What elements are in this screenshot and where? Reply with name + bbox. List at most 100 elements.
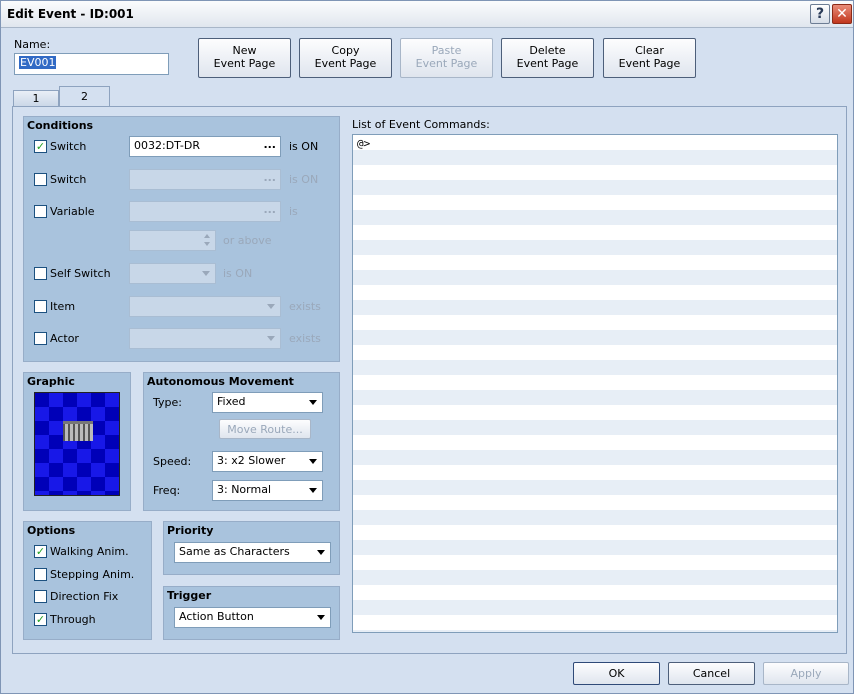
- priority-group: Priority Same as Characters: [163, 521, 340, 575]
- switch2-checkbox[interactable]: [34, 173, 47, 186]
- variable-or-above-label: or above: [223, 234, 272, 247]
- stepping-anim-checkbox[interactable]: [34, 568, 47, 581]
- chevron-down-icon: [267, 304, 275, 309]
- copy-event-page-line1: Copy: [331, 44, 360, 57]
- close-icon[interactable]: ✕: [832, 4, 852, 24]
- movement-speed-value: 3: x2 Slower: [217, 454, 286, 467]
- variable-field[interactable]: ...: [129, 201, 281, 222]
- trigger-select[interactable]: Action Button: [174, 607, 331, 628]
- trigger-title: Trigger: [167, 589, 212, 602]
- speed-label: Speed:: [153, 455, 192, 468]
- switch1-field[interactable]: 0032:DT-DR ...: [129, 136, 281, 157]
- chevron-down-icon: [309, 400, 317, 405]
- clear-event-page-line2: Event Page: [618, 57, 681, 70]
- direction-fix-checkbox[interactable]: [34, 590, 47, 603]
- paste-event-page-button[interactable]: Paste Event Page: [400, 38, 493, 78]
- name-input[interactable]: EV001: [14, 53, 169, 75]
- self-switch-select[interactable]: [129, 263, 216, 284]
- chevron-down-icon: [267, 336, 275, 341]
- clear-event-page-button[interactable]: Clear Event Page: [603, 38, 696, 78]
- ellipsis-icon: ...: [263, 138, 276, 151]
- self-switch-checkbox[interactable]: [34, 267, 47, 280]
- variable-suffix: is: [289, 205, 298, 218]
- event-page-panel: Conditions ✓ Switch 0032:DT-DR ... is ON…: [12, 106, 847, 654]
- switch1-label: Switch: [50, 140, 87, 153]
- name-value: EV001: [19, 56, 57, 69]
- copy-event-page-button[interactable]: Copy Event Page: [299, 38, 392, 78]
- switch2-label: Switch: [50, 173, 87, 186]
- variable-value-stepper[interactable]: [129, 230, 216, 251]
- walking-anim-checkbox[interactable]: ✓: [34, 545, 47, 558]
- new-event-page-line2: Event Page: [213, 57, 276, 70]
- graphic-preview[interactable]: [34, 392, 120, 496]
- ellipsis-icon: ...: [263, 171, 276, 184]
- event-commands-list[interactable]: @>: [352, 134, 838, 633]
- item-suffix: exists: [289, 300, 321, 313]
- through-checkbox[interactable]: ✓: [34, 613, 47, 626]
- walking-anim-label: Walking Anim.: [50, 545, 129, 558]
- priority-value: Same as Characters: [179, 545, 290, 558]
- name-label: Name:: [14, 38, 51, 51]
- priority-title: Priority: [167, 524, 214, 537]
- options-title: Options: [27, 524, 76, 537]
- graphic-group: Graphic: [23, 372, 131, 511]
- delete-event-page-button[interactable]: Delete Event Page: [501, 38, 594, 78]
- event-sprite-image: [63, 421, 93, 441]
- switch2-field[interactable]: ...: [129, 169, 281, 190]
- trigger-group: Trigger Action Button: [163, 586, 340, 640]
- priority-select[interactable]: Same as Characters: [174, 542, 331, 563]
- new-event-page-button[interactable]: New Event Page: [198, 38, 291, 78]
- event-command-row[interactable]: @>: [357, 137, 370, 150]
- variable-label: Variable: [50, 205, 95, 218]
- tab-page-1[interactable]: 1: [13, 90, 59, 107]
- self-switch-label: Self Switch: [50, 267, 111, 280]
- options-group: Options ✓ Walking Anim. Stepping Anim. D…: [23, 521, 152, 640]
- help-icon[interactable]: ?: [810, 4, 830, 24]
- item-label: Item: [50, 300, 76, 313]
- spin-down-icon[interactable]: [204, 242, 210, 246]
- cancel-button[interactable]: Cancel: [668, 662, 755, 685]
- movement-freq-value: 3: Normal: [217, 483, 272, 496]
- switch1-suffix: is ON: [289, 140, 319, 153]
- direction-fix-label: Direction Fix: [50, 590, 119, 603]
- move-route-button[interactable]: Move Route...: [219, 419, 311, 439]
- autonomous-movement-group: Autonomous Movement Type: Fixed Move Rou…: [143, 372, 340, 511]
- delete-event-page-line2: Event Page: [516, 57, 579, 70]
- window-title: Edit Event - ID:001: [7, 7, 134, 21]
- graphic-title: Graphic: [27, 375, 75, 388]
- tab-page-2[interactable]: 2: [59, 86, 110, 107]
- conditions-title: Conditions: [27, 119, 94, 132]
- chevron-down-icon: [202, 271, 210, 276]
- ellipsis-icon: ...: [263, 203, 276, 216]
- type-label: Type:: [153, 396, 182, 409]
- new-event-page-line1: New: [232, 44, 257, 57]
- title-bar: Edit Event - ID:001 ? ✕: [1, 1, 853, 28]
- clear-event-page-line1: Clear: [635, 44, 664, 57]
- movement-type-select[interactable]: Fixed: [212, 392, 323, 413]
- switch2-suffix: is ON: [289, 173, 319, 186]
- self-switch-suffix: is ON: [223, 267, 253, 280]
- switch1-checkbox[interactable]: ✓: [34, 140, 47, 153]
- apply-button[interactable]: Apply: [763, 662, 849, 685]
- through-label: Through: [50, 613, 96, 626]
- actor-label: Actor: [50, 332, 79, 345]
- movement-freq-select[interactable]: 3: Normal: [212, 480, 323, 501]
- check-icon: ✓: [35, 613, 46, 626]
- paste-event-page-line1: Paste: [431, 44, 462, 57]
- movement-speed-select[interactable]: 3: x2 Slower: [212, 451, 323, 472]
- event-commands-title: List of Event Commands:: [352, 118, 490, 131]
- spin-up-icon[interactable]: [204, 234, 210, 238]
- item-select[interactable]: [129, 296, 281, 317]
- paste-event-page-line2: Event Page: [415, 57, 478, 70]
- check-icon: ✓: [35, 140, 46, 153]
- variable-checkbox[interactable]: [34, 205, 47, 218]
- ok-button[interactable]: OK: [573, 662, 660, 685]
- edit-event-dialog: Edit Event - ID:001 ? ✕ Name: EV001 New …: [0, 0, 854, 694]
- autonomous-movement-title: Autonomous Movement: [147, 375, 294, 388]
- check-icon: ✓: [35, 545, 46, 558]
- chevron-down-icon: [309, 488, 317, 493]
- item-checkbox[interactable]: [34, 300, 47, 313]
- switch1-value: 0032:DT-DR: [134, 139, 200, 152]
- actor-checkbox[interactable]: [34, 332, 47, 345]
- actor-select[interactable]: [129, 328, 281, 349]
